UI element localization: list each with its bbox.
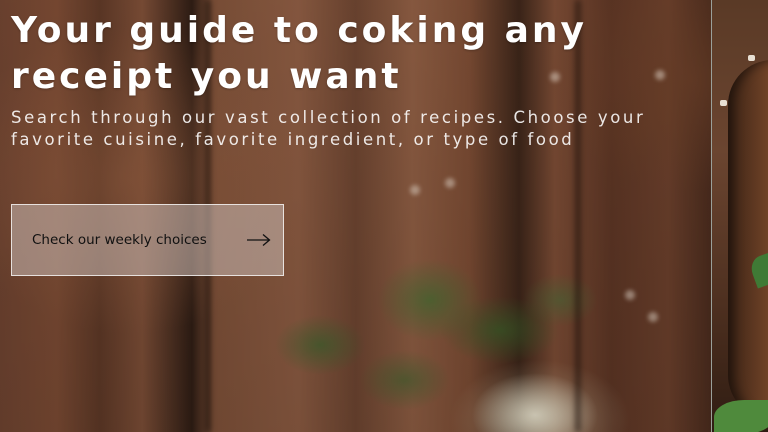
crumb	[720, 100, 727, 106]
crumb	[748, 55, 755, 61]
weekly-choices-button[interactable]: Check our weekly choices	[11, 204, 284, 276]
salt-speck	[445, 178, 455, 188]
hero-title: Your guide to coking any receipt you wan…	[11, 10, 588, 97]
salt-speck	[648, 312, 658, 322]
salt-speck	[410, 185, 420, 195]
weekly-choices-button-label: Check our weekly choices	[32, 232, 207, 248]
hero-subtitle: Search through our vast collection of re…	[11, 108, 646, 149]
herb-leaf	[714, 400, 768, 432]
side-image-strip	[711, 0, 768, 432]
wooden-spoon-image	[728, 60, 768, 420]
hero-section: Your guide to coking any receipt you wan…	[0, 0, 768, 432]
salt-speck	[625, 290, 635, 300]
arrow-right-icon	[247, 234, 271, 246]
